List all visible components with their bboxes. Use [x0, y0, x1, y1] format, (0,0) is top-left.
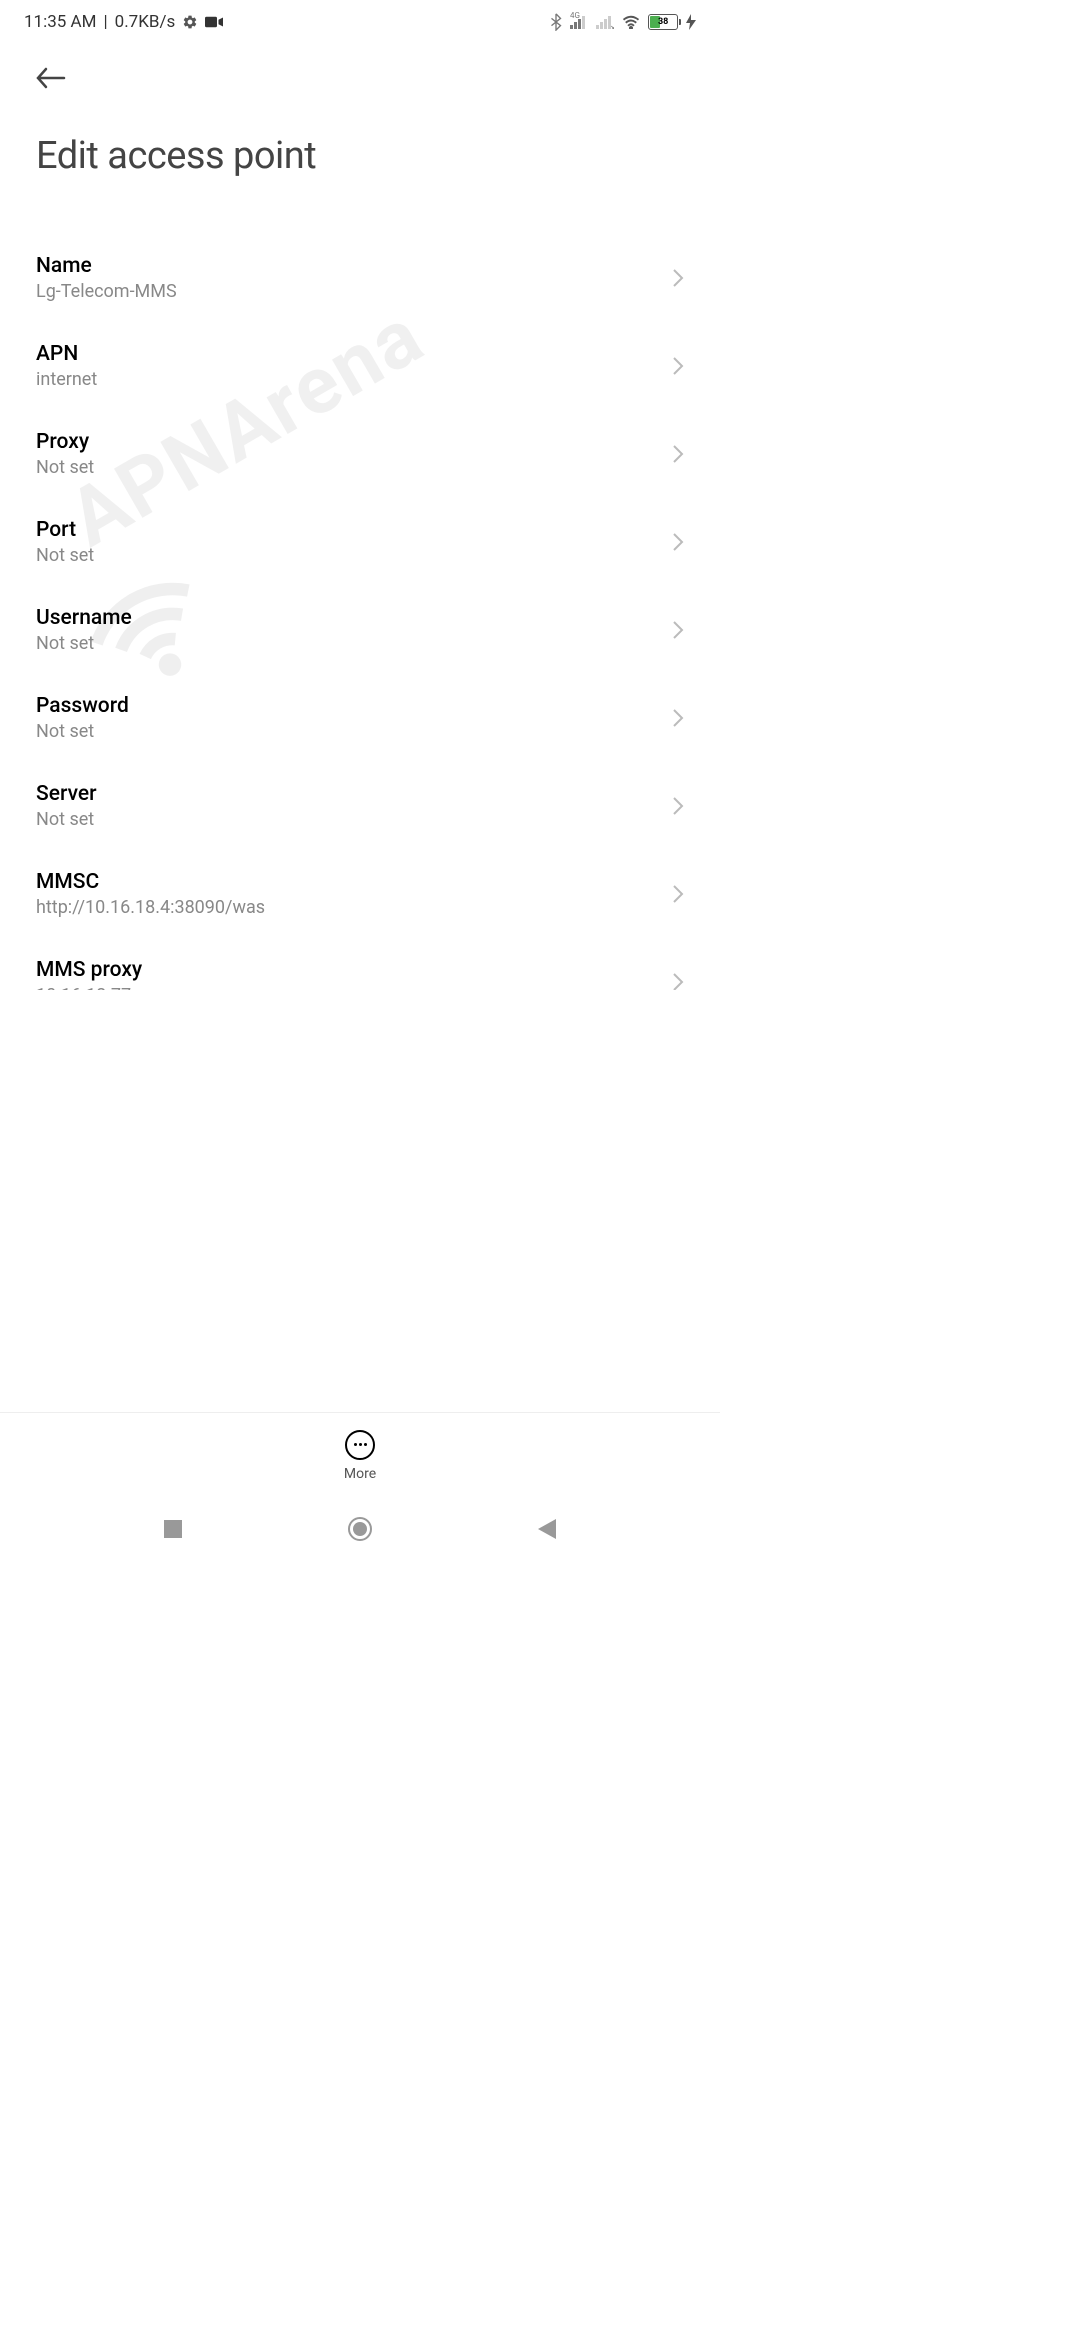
setting-label: MMS proxy [36, 958, 142, 982]
chevron-right-icon [672, 444, 684, 464]
setting-label: APN [36, 342, 97, 366]
navigation-bar [0, 1498, 720, 1560]
nav-recent-button[interactable] [160, 1516, 186, 1542]
setting-value: Not set [36, 633, 132, 654]
more-icon [345, 1430, 375, 1460]
square-icon [164, 1520, 182, 1538]
setting-label: Server [36, 782, 97, 806]
chevron-right-icon [672, 884, 684, 904]
more-label: More [344, 1466, 376, 1482]
chevron-right-icon [672, 268, 684, 288]
circle-icon [348, 1517, 372, 1541]
setting-item-mms-proxy[interactable]: MMS proxy 10.16.18.77 [36, 938, 684, 990]
nav-back-button[interactable] [534, 1516, 560, 1542]
setting-label: Port [36, 518, 94, 542]
header: Edit access point [0, 44, 720, 178]
status-time: 11:35 AM [24, 12, 96, 32]
setting-value: http://10.16.18.4:38090/was [36, 897, 265, 918]
setting-label: Username [36, 606, 132, 630]
setting-label: Name [36, 254, 177, 278]
status-bar: 11:35 AM | 0.7KB/s 4G ✕ [0, 0, 720, 44]
arrow-left-icon [36, 66, 66, 90]
chevron-right-icon [672, 356, 684, 376]
gear-icon [182, 14, 198, 30]
setting-value: internet [36, 369, 97, 390]
setting-item-port[interactable]: Port Not set [36, 498, 684, 586]
setting-label: Password [36, 694, 129, 718]
setting-value: Not set [36, 721, 129, 742]
battery-icon: 38 [648, 14, 678, 30]
bottom-action-bar: More [0, 1412, 720, 1498]
back-button[interactable] [36, 58, 76, 98]
wifi-icon [622, 15, 640, 29]
setting-item-apn[interactable]: APN internet [36, 322, 684, 410]
setting-item-password[interactable]: Password Not set [36, 674, 684, 762]
nav-home-button[interactable] [347, 1516, 373, 1542]
status-data-rate: 0.7KB/s [115, 12, 176, 32]
chevron-right-icon [672, 708, 684, 728]
svg-text:✕: ✕ [610, 24, 614, 29]
setting-item-username[interactable]: Username Not set [36, 586, 684, 674]
signal-no-sim-icon: ✕ [596, 15, 614, 29]
bluetooth-icon [550, 13, 562, 31]
setting-value: 10.16.18.77 [36, 985, 142, 990]
chevron-right-icon [672, 532, 684, 552]
status-separator: | [103, 12, 107, 32]
setting-value: Lg-Telecom-MMS [36, 281, 177, 302]
status-right: 4G ✕ 38 [550, 13, 696, 31]
charging-icon [686, 14, 696, 30]
more-button[interactable]: More [344, 1430, 376, 1482]
setting-label: Proxy [36, 430, 94, 454]
setting-item-server[interactable]: Server Not set [36, 762, 684, 850]
status-left: 11:35 AM | 0.7KB/s [24, 12, 223, 32]
settings-list: Name Lg-Telecom-MMS APN internet Proxy N… [0, 234, 720, 990]
setting-value: Not set [36, 809, 97, 830]
setting-item-proxy[interactable]: Proxy Not set [36, 410, 684, 498]
page-title: Edit access point [36, 134, 684, 178]
setting-label: MMSC [36, 870, 265, 894]
setting-value: Not set [36, 545, 94, 566]
setting-item-mmsc[interactable]: MMSC http://10.16.18.4:38090/was [36, 850, 684, 938]
setting-item-name[interactable]: Name Lg-Telecom-MMS [36, 234, 684, 322]
triangle-left-icon [538, 1519, 556, 1539]
camera-icon [205, 15, 223, 29]
chevron-right-icon [672, 620, 684, 640]
chevron-right-icon [672, 972, 684, 990]
signal-4g-icon: 4G [570, 15, 588, 29]
setting-value: Not set [36, 457, 94, 478]
chevron-right-icon [672, 796, 684, 816]
